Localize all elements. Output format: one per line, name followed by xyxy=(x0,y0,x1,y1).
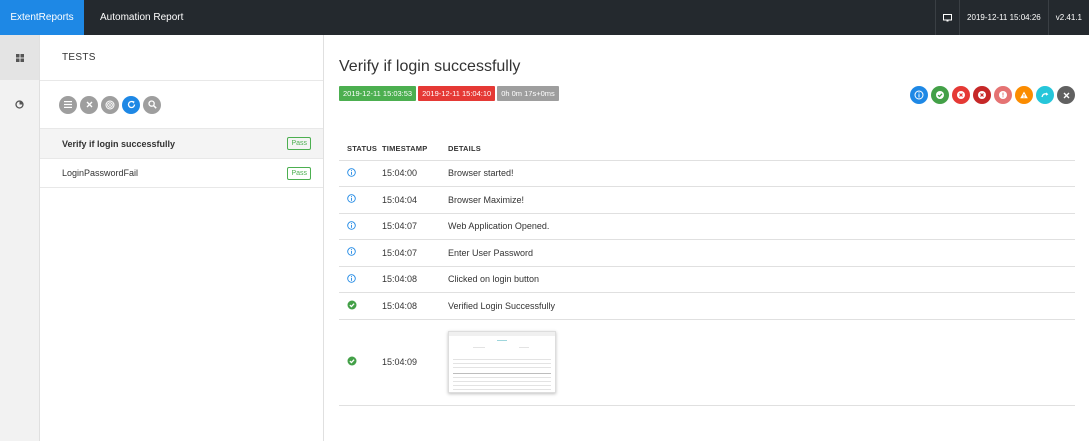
fatal-icon[interactable] xyxy=(973,86,991,104)
time-badges: 2019-12-11 15:03:53 2019-12-11 15:04:10 … xyxy=(339,86,559,101)
table-row: 15:04:07 Enter User Password xyxy=(339,239,1075,267)
test-list: Verify if login successfully Pass LoginP… xyxy=(40,128,323,188)
test-title: Verify if login successfully xyxy=(339,58,521,75)
log-timestamp: 15:04:09 xyxy=(382,319,448,406)
status-filter-buttons xyxy=(910,86,1075,104)
log-details: Web Application Opened. xyxy=(448,213,1075,240)
nav-tests[interactable] xyxy=(0,35,39,80)
table-row: 15:04:07 Web Application Opened. xyxy=(339,213,1075,240)
table-row: 15:04:04 Browser Maximize! xyxy=(339,186,1075,214)
version-label: v2.41.1 xyxy=(1047,0,1089,35)
info-status-icon xyxy=(339,186,382,214)
brand-logo[interactable]: ExtentReports xyxy=(0,0,84,35)
side-rail xyxy=(0,35,40,441)
close-icon[interactable] xyxy=(80,95,98,114)
log-details: Verified Login Successfully xyxy=(448,292,1075,320)
warning-icon[interactable] xyxy=(1015,86,1033,104)
info-status-icon xyxy=(339,239,382,267)
duration-badge: 0h 0m 17s+0ms xyxy=(497,86,559,101)
target-icon[interactable] xyxy=(101,95,119,114)
top-navbar: ExtentReports Automation Report 2019-12-… xyxy=(0,0,1089,35)
tests-panel: TESTS Verify if login successfully Pass … xyxy=(40,35,324,441)
log-details: Browser started! xyxy=(448,160,1075,187)
topbar-right: 2019-12-11 15:04:26 v2.41.1 xyxy=(935,0,1089,35)
report-timestamp: 2019-12-11 15:04:26 xyxy=(959,0,1048,35)
log-timestamp: 15:04:07 xyxy=(382,213,448,240)
log-timestamp: 15:04:08 xyxy=(382,292,448,320)
error-icon[interactable] xyxy=(994,86,1012,104)
skip-icon[interactable] xyxy=(1036,86,1054,104)
info-status-icon xyxy=(339,213,382,240)
search-icon[interactable] xyxy=(143,95,161,114)
info-icon[interactable] xyxy=(910,86,928,104)
log-details: Enter User Password xyxy=(448,239,1075,267)
start-time-badge: 2019-12-11 15:03:53 xyxy=(339,86,417,101)
clear-icon[interactable] xyxy=(1057,86,1075,104)
table-header-row: STATUS TIMESTAMP DETAILS xyxy=(339,138,1075,161)
table-row: 15:04:09 xyxy=(339,319,1075,406)
test-filters xyxy=(40,81,323,128)
log-timestamp: 15:04:07 xyxy=(382,239,448,267)
table-row: 15:04:00 Browser started! xyxy=(339,160,1075,187)
dashboard-grid-icon xyxy=(15,49,24,67)
column-header-timestamp: TIMESTAMP xyxy=(382,138,448,161)
info-status-icon xyxy=(339,160,382,187)
column-header-status: STATUS xyxy=(339,138,382,161)
table-row: 15:04:08 Clicked on login button xyxy=(339,266,1075,293)
log-details: Clicked on login button xyxy=(448,266,1075,293)
refresh-icon[interactable] xyxy=(122,95,140,114)
fail-icon[interactable] xyxy=(952,86,970,104)
nav-analytics[interactable] xyxy=(0,82,39,127)
monitor-icon xyxy=(935,0,959,35)
test-name: Verify if login successfully xyxy=(62,138,176,149)
test-log-table: STATUS TIMESTAMP DETAILS 15:04:00 Browse… xyxy=(339,138,1075,406)
log-timestamp: 15:04:04 xyxy=(382,186,448,214)
table-row: 15:04:08 Verified Login Successfully xyxy=(339,292,1075,320)
tests-panel-title: TESTS xyxy=(40,35,323,81)
status-badge: Pass xyxy=(287,166,311,180)
test-list-item[interactable]: LoginPasswordFail Pass xyxy=(40,158,323,188)
info-status-icon xyxy=(339,266,382,293)
check-icon[interactable] xyxy=(931,86,949,104)
pass-status-icon xyxy=(339,319,382,406)
screenshot-thumbnail[interactable] xyxy=(448,331,556,393)
end-time-badge: 2019-12-11 15:04:10 xyxy=(418,86,496,101)
test-name: LoginPasswordFail xyxy=(62,168,139,178)
log-details xyxy=(448,319,1075,406)
log-details: Browser Maximize! xyxy=(448,186,1075,214)
analytics-icon xyxy=(15,96,24,114)
test-list-item[interactable]: Verify if login successfully Pass xyxy=(40,128,323,158)
list-icon[interactable] xyxy=(59,95,77,114)
column-header-details: DETAILS xyxy=(448,138,1075,161)
log-timestamp: 15:04:00 xyxy=(382,160,448,187)
log-timestamp: 15:04:08 xyxy=(382,266,448,293)
report-name: Automation Report xyxy=(100,12,184,23)
test-detail-panel: Verify if login successfully 2019-12-11 … xyxy=(324,35,1089,441)
pass-status-icon xyxy=(339,292,382,320)
status-badge: Pass xyxy=(287,137,311,150)
